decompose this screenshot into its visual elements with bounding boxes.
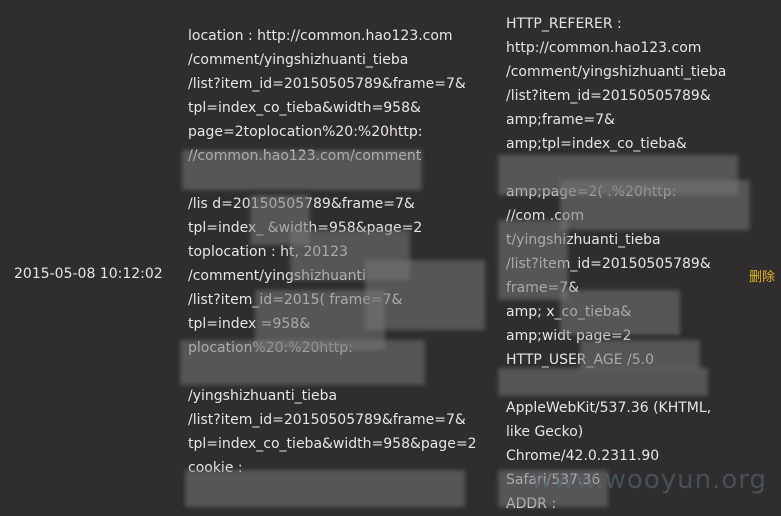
request-text-line: tpl=index_co_tieba&width=958& (188, 100, 421, 116)
request-text-line: page=2toplocation%20:%20http: (188, 124, 423, 140)
request-text-line: http://common.hao123.com (506, 40, 702, 56)
watermark-text: www.wooyun.org (530, 465, 767, 495)
redaction-blur (498, 368, 708, 396)
redaction-blur (560, 290, 680, 335)
request-text-line: /list?item_id=20150505789&frame=7& (188, 76, 466, 92)
request-text-line: amp;frame=7& (506, 112, 615, 128)
redaction-blur (580, 340, 700, 370)
redaction-blur (498, 220, 568, 300)
delete-link[interactable]: 删除 (749, 266, 775, 285)
request-text-line: like Gecko) (506, 424, 584, 440)
entry-datetime: 2015-05-08 10:12:02 (14, 266, 163, 282)
redaction-blur (182, 150, 422, 190)
request-text-line: /comment/yingshizhuanti_tieba (188, 52, 409, 68)
request-text-line: /comment/yingshizhuanti_tieba (506, 64, 727, 80)
request-text-line: /list?item_id=20150505789& (506, 88, 711, 104)
request-text-line: tpl=index_co_tieba&width=958&page=2 (188, 436, 477, 452)
request-text-line: HTTP_REFERER : (506, 16, 622, 32)
request-text-line: amp;tpl=index_co_tieba& (506, 136, 687, 152)
request-text-line: /list?item_id=20150505789&frame=7& (188, 412, 466, 428)
request-text-line: /lis d=20150505789&frame=7& (188, 196, 415, 212)
redaction-blur (180, 340, 425, 385)
redaction-blur (185, 470, 465, 507)
request-text-line: /yingshizhuanti_tieba (188, 388, 338, 404)
request-text-line: AppleWebKit/537.36 (KHTML, (506, 400, 712, 416)
redaction-blur (560, 180, 750, 230)
request-text-line: location : http://common.hao123.com (188, 28, 453, 44)
